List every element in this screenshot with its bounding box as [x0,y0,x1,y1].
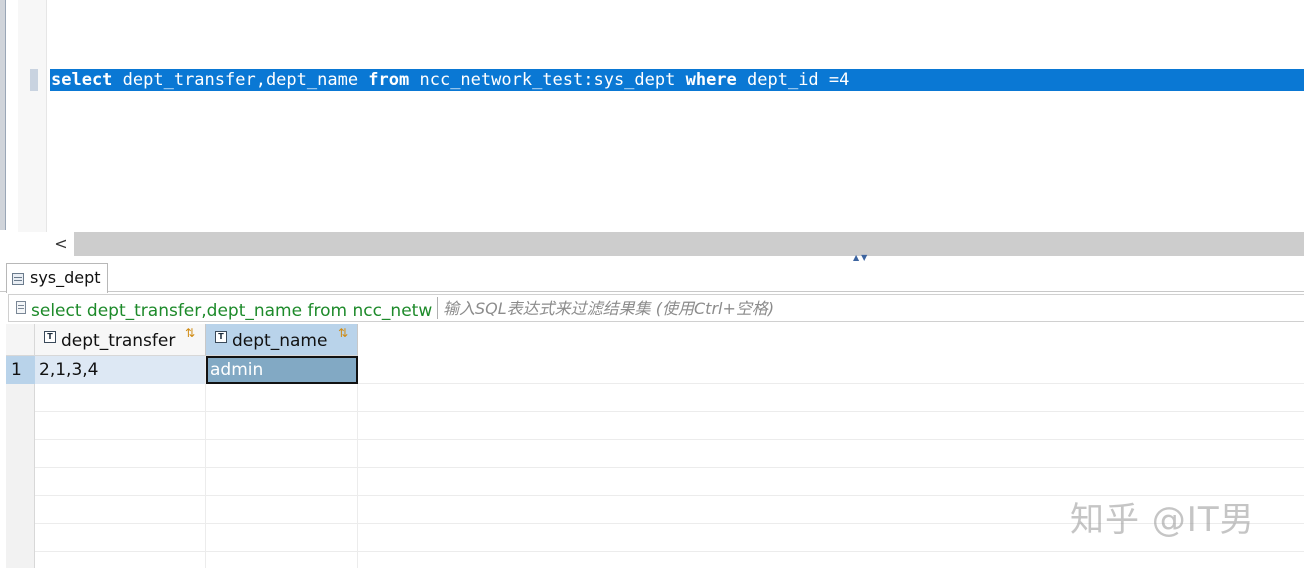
scroll-left-icon[interactable]: < [48,232,74,256]
cell-dept-transfer[interactable]: 2,1,3,4 [35,356,205,384]
scrollbar-thumb[interactable] [74,232,1304,256]
grid-corner[interactable] [6,324,35,356]
filter-divider [437,297,438,319]
grid-line [6,439,1304,440]
table-icon [12,273,24,285]
tab-label: sys_dept [30,268,101,287]
editor-gutter [18,0,47,232]
sql-document-icon [16,301,26,314]
sql-text: dept_transfer,dept_name [112,70,369,90]
sql-text: dept_id =4 [736,70,850,90]
sql-editor[interactable]: select dept_transfer,dept_name from ncc_… [48,0,1304,232]
results-tabbar: sys_dept [0,262,1304,293]
sort-icon[interactable]: ⇅ [185,326,195,340]
tab-sys-dept[interactable]: sys_dept [6,263,108,293]
result-filter-bar: select dept_transfer,dept_name from ncc_… [8,294,1304,322]
grid-line [6,411,1304,412]
table-row[interactable]: 1 2,1,3,4 admin [6,356,358,384]
filter-query-preview: select dept_transfer,dept_name from ncc_… [31,301,433,321]
row-number-column [6,356,35,568]
grid-header: T dept_transfer ⇅ T dept_name ⇅ [6,324,358,356]
column-header-dept-transfer[interactable]: T dept_transfer ⇅ [35,324,206,356]
editor-margin [6,0,18,232]
column-label: dept_name [232,331,328,351]
sql-keyword: select [51,70,113,90]
text-type-icon: T [215,331,227,343]
column-label: dept_transfer [61,331,176,351]
watermark: 知乎 @IT男 [1070,500,1255,540]
text-type-icon: T [44,331,56,343]
grid-line [6,551,1304,552]
filter-input[interactable] [441,295,1304,321]
editor-horizontal-scrollbar[interactable]: < [48,232,1304,256]
current-line-marker [30,69,38,91]
sql-statement-selected[interactable]: select dept_transfer,dept_name from ncc_… [50,69,1304,91]
sql-text: ncc_network_test:sys_dept [409,70,686,90]
sql-keyword: where [685,70,737,90]
grid-line [6,467,1304,468]
column-header-dept-name[interactable]: T dept_name ⇅ [206,324,358,356]
row-number[interactable]: 1 [6,356,35,384]
cell-dept-name-selected[interactable]: admin [206,356,358,384]
sort-icon[interactable]: ⇅ [338,326,348,340]
sql-keyword: from [368,70,410,90]
